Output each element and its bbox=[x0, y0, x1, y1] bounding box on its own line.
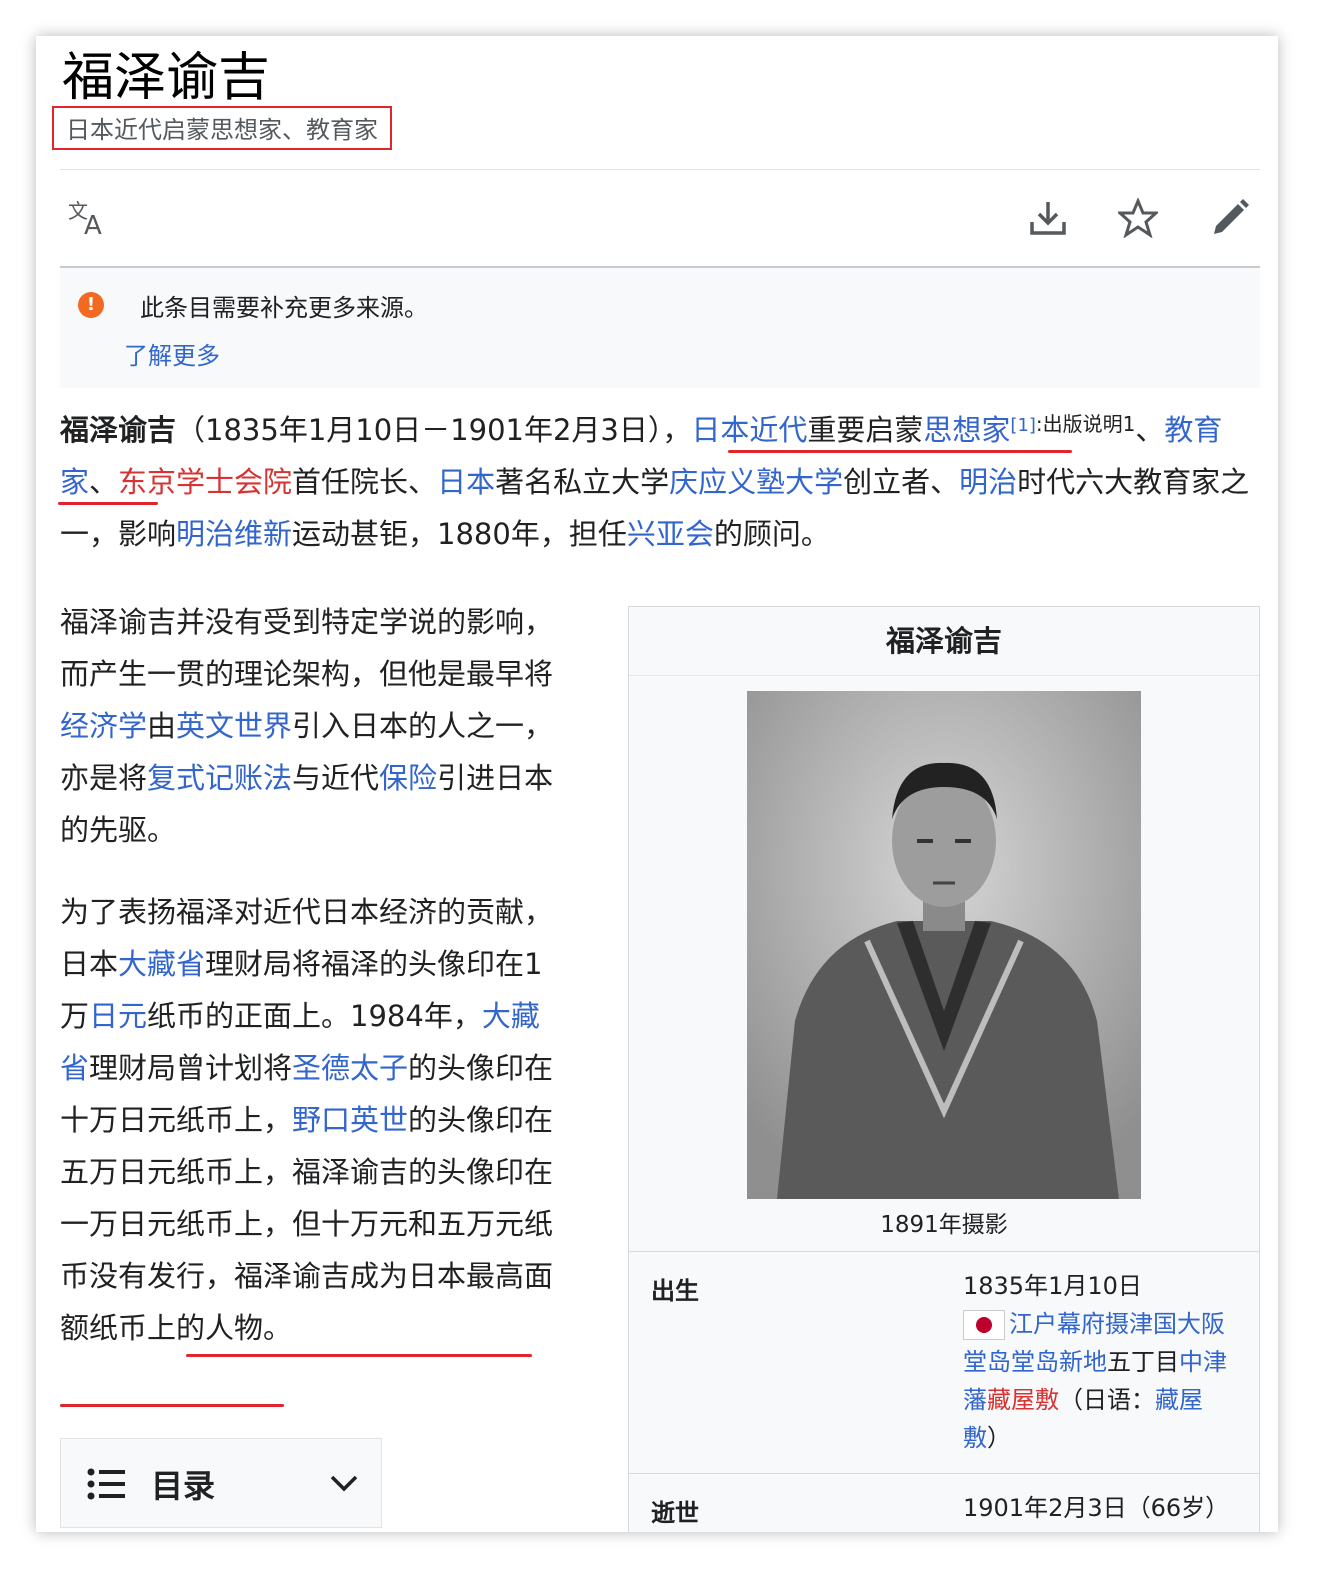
page-toolbar: 文 A bbox=[60, 170, 1260, 268]
link-noguchi-hideyo[interactable]: 野口英世 bbox=[292, 1103, 408, 1137]
link-kurayashiki[interactable]: 藏屋敷 bbox=[987, 1386, 1059, 1414]
born-label: 出生 bbox=[651, 1277, 699, 1305]
link-japan[interactable]: 日本 bbox=[437, 465, 495, 499]
notice-message: 此条目需要补充更多来源。 bbox=[140, 294, 428, 322]
toc-label: 目录 bbox=[151, 1467, 216, 1505]
translate-icon[interactable]: 文 A bbox=[64, 194, 112, 242]
page-title: 福泽谕吉 bbox=[62, 48, 271, 108]
link-meiji[interactable]: 明治 bbox=[959, 465, 1017, 499]
body-paragraph: 为了表扬福泽对近代日本经济的贡献，日本大藏省理财局将福泽的头像印在1万日元纸币的… bbox=[60, 895, 554, 1345]
link-thinker[interactable]: 思想家 bbox=[923, 413, 1010, 447]
link-japan-modern[interactable]: 日本近代 bbox=[691, 413, 807, 447]
divider bbox=[629, 1251, 1259, 1252]
lead-paragraph: 福泽谕吉（1835年1月10日－1901年2月3日），日本近代重要启蒙思想家[1… bbox=[60, 412, 1250, 551]
list-icon bbox=[87, 1468, 125, 1500]
portrait-photo[interactable] bbox=[747, 691, 1141, 1199]
svg-text:A: A bbox=[84, 211, 102, 238]
chevron-down-icon bbox=[330, 1475, 358, 1492]
link-yen[interactable]: 日元 bbox=[89, 999, 147, 1033]
divider bbox=[629, 1473, 1259, 1474]
infobox: 福泽谕吉 1891年摄影 出生 1835年1月10日 江户幕府摄津国大阪堂岛堂岛… bbox=[628, 606, 1260, 1532]
reference-1[interactable]: [1] bbox=[1010, 415, 1036, 436]
table-of-contents-toggle[interactable]: 目录 bbox=[60, 1438, 382, 1528]
red-underline bbox=[58, 502, 158, 505]
link-meiji-restoration[interactable]: 明治维新 bbox=[176, 517, 292, 551]
died-label: 逝世 bbox=[651, 1499, 699, 1527]
notice-box: ! 此条目需要补充更多来源。 了解更多 bbox=[60, 268, 1260, 388]
link-prince-shotoku[interactable]: 圣德太子 bbox=[292, 1051, 408, 1085]
link-koa-society[interactable]: 兴亚会 bbox=[627, 517, 714, 551]
body-paragraph: 福泽谕吉并没有受到特定学说的影响，而产生一贯的理论架构，但他是最早将经济学由英文… bbox=[60, 605, 554, 847]
red-underline bbox=[60, 1404, 284, 1407]
link-english-world[interactable]: 英文世界 bbox=[176, 709, 292, 743]
download-icon[interactable] bbox=[1024, 194, 1072, 242]
link-double-entry[interactable]: 复式记账法 bbox=[147, 761, 292, 795]
born-value: 1835年1月10日 江户幕府摄津国大阪堂岛堂岛新地五丁目中津藩藏屋敷（日语：藏… bbox=[963, 1272, 1227, 1452]
link-economics[interactable]: 经济学 bbox=[60, 709, 147, 743]
warning-icon: ! bbox=[78, 292, 104, 318]
link-tokyo-academy[interactable]: 东京学士会院 bbox=[118, 465, 292, 499]
japan-flag-icon bbox=[963, 1310, 1005, 1340]
photo-caption: 1891年摄影 bbox=[880, 1212, 1008, 1238]
page-subtitle: 日本近代启蒙思想家、教育家 bbox=[52, 106, 392, 150]
link-keio[interactable]: 庆应义塾大学 bbox=[669, 465, 843, 499]
infobox-title: 福泽谕吉 bbox=[629, 607, 1259, 676]
link-insurance[interactable]: 保险 bbox=[379, 761, 437, 795]
subject-name: 福泽谕吉 bbox=[60, 413, 177, 447]
star-icon[interactable] bbox=[1114, 194, 1162, 242]
died-value: 1901年2月3日（66岁） bbox=[963, 1494, 1230, 1522]
article-page: 福泽谕吉 日本近代启蒙思想家、教育家 文 A ! 此条目需要补充更多来源。 了解… bbox=[36, 36, 1278, 1532]
red-underline bbox=[728, 450, 1072, 453]
learn-more-link[interactable]: 了解更多 bbox=[124, 336, 220, 371]
link-ministry-of-finance[interactable]: 大藏省 bbox=[118, 947, 205, 981]
edit-icon[interactable] bbox=[1206, 194, 1254, 242]
red-underline bbox=[186, 1354, 532, 1357]
